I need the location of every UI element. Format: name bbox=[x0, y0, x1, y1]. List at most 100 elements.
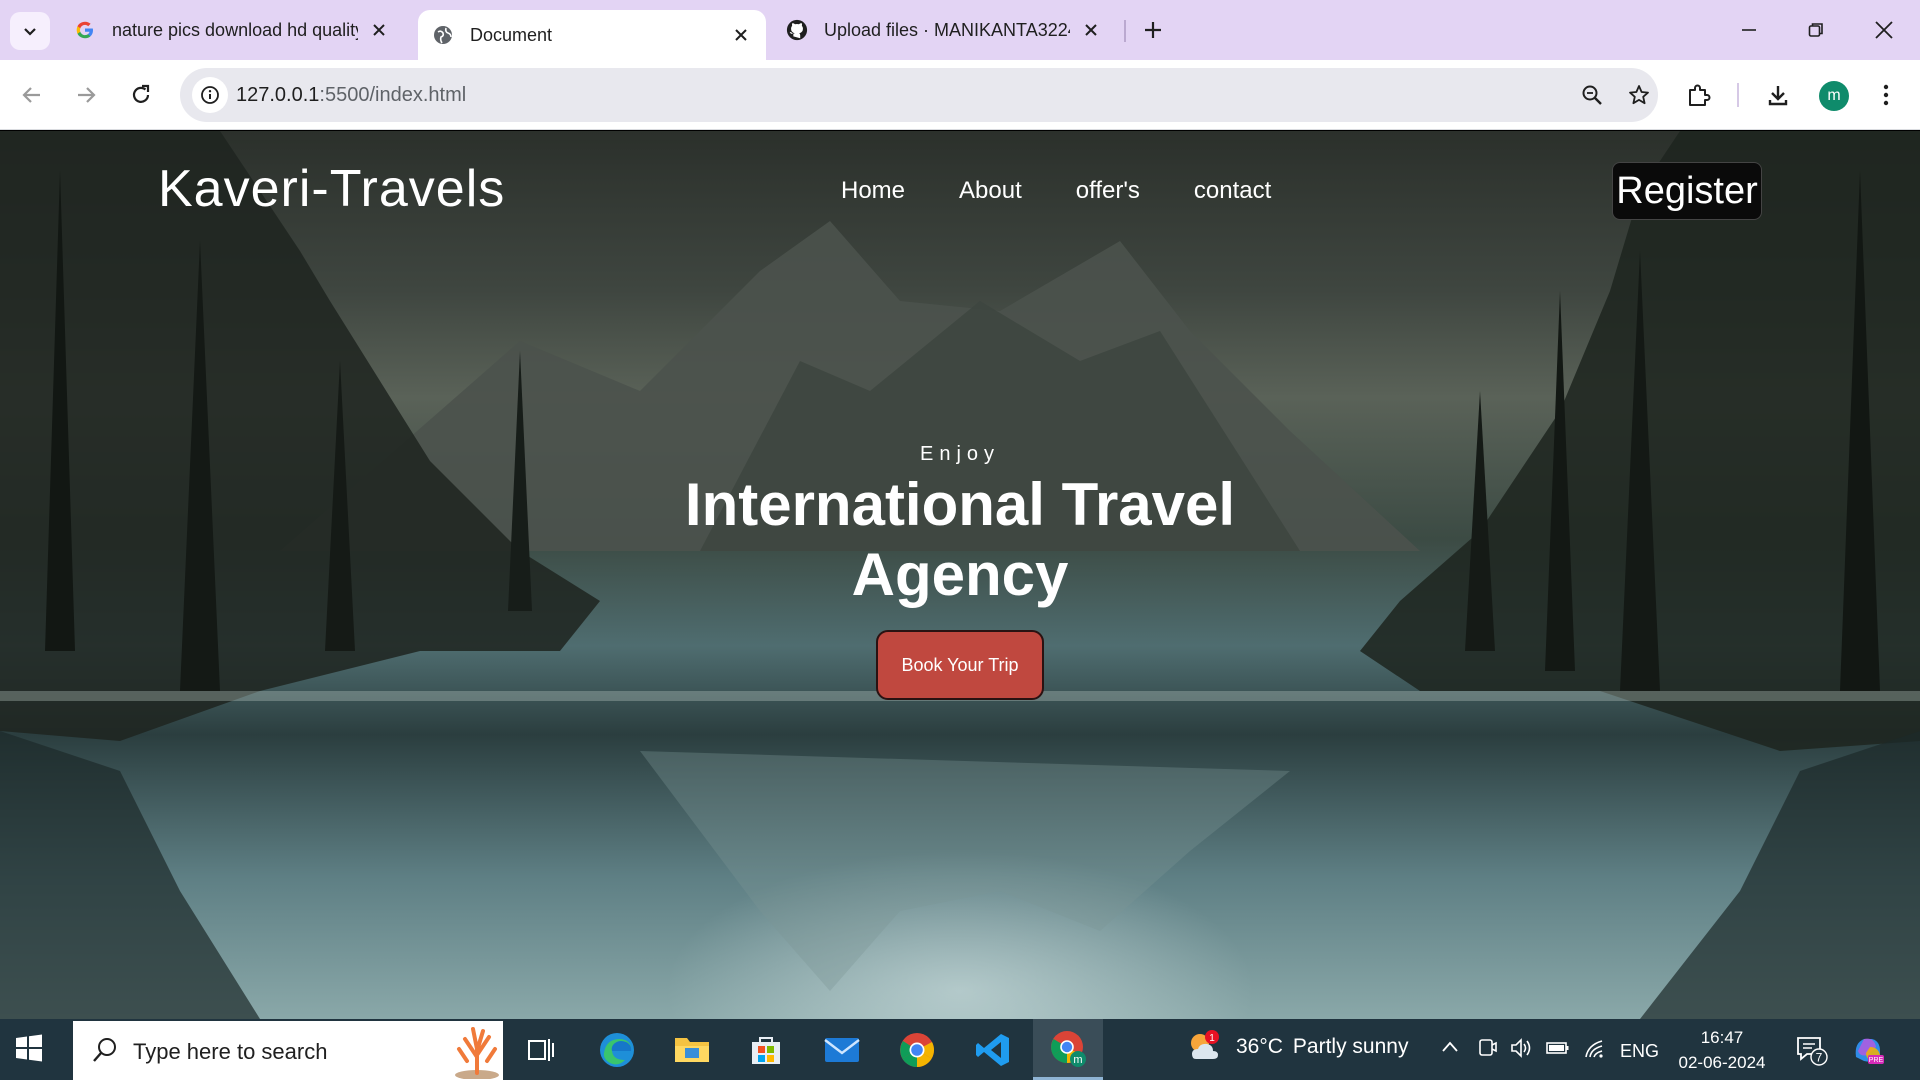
vscode-app[interactable] bbox=[960, 1019, 1026, 1080]
notification-center-button[interactable]: 7 bbox=[1795, 1034, 1829, 1071]
chrome-profile-icon: m bbox=[1051, 1031, 1086, 1067]
site-logo[interactable]: Kaveri-Travels bbox=[158, 159, 505, 219]
puzzle-icon bbox=[1689, 84, 1711, 106]
hero-kicker: Enjoy bbox=[919, 443, 1001, 465]
svg-text:PRE: PRE bbox=[1869, 1057, 1884, 1064]
hero-title-line1: International Travel bbox=[684, 471, 1236, 538]
profile-avatar[interactable]: m bbox=[1819, 81, 1849, 111]
zoom-button[interactable] bbox=[1576, 79, 1608, 111]
hero-title: International Travel Agency bbox=[0, 470, 1920, 610]
reload-icon bbox=[132, 84, 150, 103]
network-button[interactable] bbox=[1582, 1037, 1606, 1064]
file-explorer-app[interactable] bbox=[659, 1019, 725, 1080]
bookmark-button[interactable] bbox=[1623, 79, 1655, 111]
chrome-icon bbox=[900, 1032, 934, 1067]
show-hidden-icons-button[interactable] bbox=[1440, 1037, 1460, 1062]
tab-divider bbox=[1124, 20, 1126, 42]
address-bar[interactable]: 127.0.0.1:5500/index.html bbox=[180, 68, 1658, 122]
chevron-up-icon bbox=[1442, 1041, 1458, 1052]
menu-button[interactable] bbox=[1866, 75, 1906, 115]
weather-badge: 1 bbox=[1209, 1033, 1215, 1044]
nav-home-link[interactable]: Home bbox=[841, 177, 905, 205]
restore-button[interactable] bbox=[1796, 10, 1836, 50]
forward-button[interactable] bbox=[66, 75, 106, 115]
download-icon bbox=[1768, 86, 1788, 106]
nav-contact-link[interactable]: contact bbox=[1194, 177, 1271, 205]
edge-app[interactable] bbox=[584, 1019, 650, 1080]
new-tab-button[interactable] bbox=[1137, 14, 1169, 46]
page-viewport: Kaveri-Travels Home About offer's contac… bbox=[0, 131, 1920, 1019]
weather-description: Partly sunny bbox=[1292, 1035, 1409, 1058]
edge-icon bbox=[600, 1032, 634, 1067]
folder-icon bbox=[675, 1037, 709, 1062]
nav-about-link[interactable]: About bbox=[959, 177, 1022, 205]
volume-button[interactable] bbox=[1510, 1037, 1534, 1064]
notification-count: 7 bbox=[1816, 1051, 1823, 1065]
mail-app[interactable] bbox=[809, 1019, 875, 1080]
microsoft-store-app[interactable] bbox=[733, 1019, 799, 1080]
clock-date: 02-06-2024 bbox=[1678, 1053, 1766, 1072]
weather-widget[interactable]: 1 36°C Partly sunny bbox=[1186, 1027, 1408, 1067]
start-button[interactable] bbox=[14, 1033, 46, 1065]
close-icon bbox=[1875, 21, 1893, 39]
nav-offers-link[interactable]: offer's bbox=[1076, 177, 1140, 205]
tab-nature-pics[interactable]: nature pics download hd quality bbox=[60, 10, 404, 50]
system-clock[interactable]: 16:47 02-06-2024 bbox=[1672, 1025, 1772, 1075]
close-window-button[interactable] bbox=[1864, 10, 1904, 50]
clock-time: 16:47 bbox=[1700, 1028, 1744, 1047]
copilot-button[interactable]: PRE bbox=[1850, 1033, 1886, 1072]
taskbar-search-box[interactable]: Type here to search bbox=[73, 1021, 503, 1080]
chevron-down-icon bbox=[24, 28, 36, 36]
arrow-right-icon bbox=[78, 87, 96, 103]
tab-search-button[interactable] bbox=[10, 12, 50, 50]
site-header: Kaveri-Travels Home About offer's contac… bbox=[0, 131, 1920, 241]
weather-temperature: 36°C bbox=[1236, 1035, 1283, 1058]
battery-indicator[interactable] bbox=[1545, 1037, 1571, 1064]
windows-logo-icon bbox=[16, 1034, 42, 1062]
battery-icon bbox=[1546, 1042, 1569, 1054]
mail-icon bbox=[824, 1037, 860, 1062]
plus-icon bbox=[1145, 22, 1161, 38]
chrome-profile-app[interactable]: m bbox=[1033, 1019, 1103, 1080]
svg-text:m: m bbox=[1073, 1054, 1082, 1066]
reload-button[interactable] bbox=[121, 75, 161, 115]
task-view-icon bbox=[528, 1038, 554, 1061]
copilot-icon: PRE bbox=[1855, 1038, 1884, 1064]
back-button[interactable] bbox=[12, 75, 52, 115]
extensions-button[interactable] bbox=[1679, 75, 1719, 115]
tab-document[interactable]: Document bbox=[418, 10, 766, 60]
device-icon bbox=[1479, 1039, 1497, 1056]
minimize-icon bbox=[1742, 29, 1756, 31]
url-path: :5500/index.html bbox=[319, 84, 467, 106]
globe-icon bbox=[432, 24, 454, 46]
close-icon[interactable] bbox=[368, 19, 390, 41]
url-text[interactable]: 127.0.0.1:5500/index.html bbox=[236, 84, 466, 107]
tab-title: Upload files · MANIKANTA3224 bbox=[824, 19, 1070, 40]
tab-upload-files[interactable]: Upload files · MANIKANTA3224 bbox=[772, 10, 1116, 50]
site-info-button[interactable] bbox=[192, 77, 228, 113]
star-icon bbox=[1629, 85, 1649, 105]
chrome-app[interactable] bbox=[884, 1019, 950, 1080]
toolbar-divider bbox=[1737, 83, 1739, 107]
browser-toolbar: 127.0.0.1:5500/index.html m bbox=[0, 60, 1920, 130]
task-view-button[interactable] bbox=[508, 1019, 574, 1080]
book-trip-button[interactable]: Book Your Trip bbox=[876, 630, 1044, 700]
info-icon bbox=[201, 86, 219, 104]
speaker-icon bbox=[1511, 1038, 1531, 1058]
url-host: 127.0.0.1 bbox=[236, 84, 320, 106]
close-icon[interactable] bbox=[730, 24, 752, 46]
minimize-button[interactable] bbox=[1729, 10, 1769, 50]
hero-section: Enjoy International Travel Agency Book Y… bbox=[0, 443, 1920, 700]
downloads-button[interactable] bbox=[1758, 75, 1798, 115]
vscode-icon bbox=[976, 1033, 1009, 1066]
meet-now-button[interactable] bbox=[1476, 1037, 1498, 1064]
wifi-icon bbox=[1585, 1040, 1603, 1058]
taskbar: Type here to search m 1 36°C Partly sunn… bbox=[0, 1019, 1920, 1080]
search-placeholder: Type here to search bbox=[133, 1039, 328, 1064]
register-button[interactable]: Register bbox=[1612, 162, 1762, 220]
store-icon bbox=[752, 1036, 780, 1064]
close-icon[interactable] bbox=[1080, 19, 1102, 41]
tab-title: Document bbox=[470, 24, 553, 45]
tab-title: nature pics download hd quality bbox=[112, 19, 358, 40]
input-language[interactable]: ENG bbox=[1620, 1041, 1659, 1062]
